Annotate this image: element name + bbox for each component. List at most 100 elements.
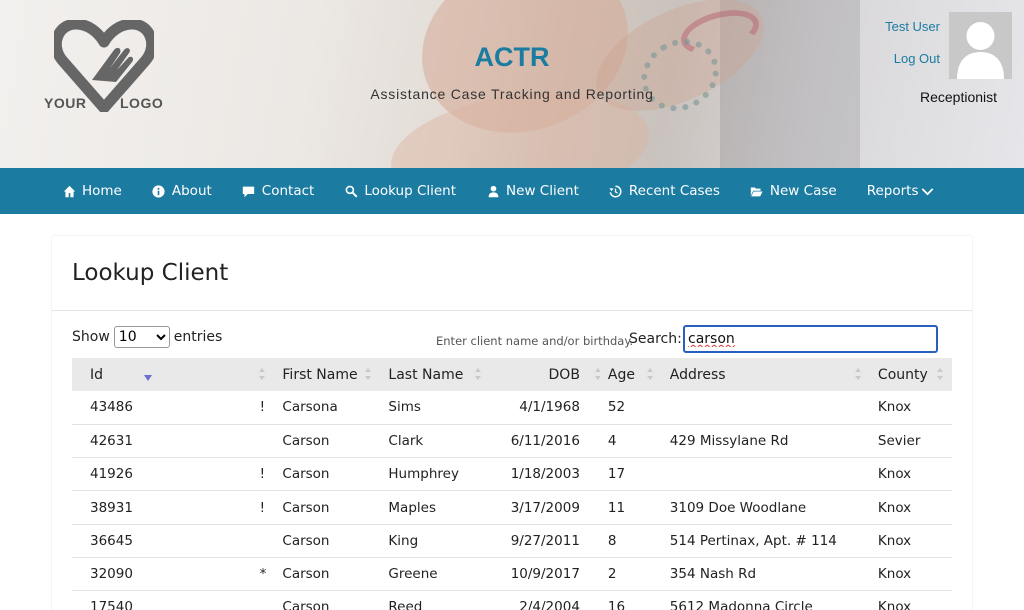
cell-address: [661, 391, 870, 425]
nav-item-about[interactable]: About: [152, 183, 212, 199]
nav-item-label: Lookup Client: [364, 183, 457, 199]
cell-last-name: Clark: [380, 424, 491, 459]
chevron-down-icon: [921, 185, 934, 198]
sort-desc-icon: [144, 375, 152, 381]
sort-both-icon: [854, 368, 861, 380]
cell-first-name: Carson: [274, 524, 381, 558]
cell-flag: [155, 424, 275, 459]
nav-item-home[interactable]: Home: [62, 183, 122, 199]
nav-item-lookup-client[interactable]: Lookup Client: [344, 183, 456, 199]
cell-first-name: Carson: [274, 457, 381, 492]
column-header-flag[interactable]: [155, 358, 275, 391]
table-row[interactable]: 17540 Carson Reed 2/4/2004 16 5612 Madon…: [72, 590, 952, 610]
nav-item-contact[interactable]: Contact: [242, 183, 315, 199]
content-panel: Lookup Client Show 10 entries Enter clie…: [52, 236, 972, 610]
table-row[interactable]: 42631 Carson Clark 6/11/2016 4 429 Missy…: [72, 424, 952, 459]
cell-county: Knox: [869, 590, 952, 610]
cell-address: [661, 457, 870, 492]
cell-age: 11: [599, 490, 662, 525]
column-header-county[interactable]: County: [869, 358, 952, 391]
cell-county: Knox: [869, 457, 952, 492]
show-label: Show: [72, 329, 110, 345]
user-avatar-icon: [957, 22, 1004, 79]
cell-age: 4: [599, 424, 662, 459]
cell-county: Knox: [869, 524, 952, 558]
cell-id: 38931: [72, 490, 156, 525]
main-navbar: Home About Contact Lookup Client New Cli…: [0, 168, 1024, 214]
comment-icon: [242, 184, 256, 198]
nav-item-label: Contact: [261, 183, 315, 199]
cell-last-name: Sims: [380, 391, 491, 425]
cell-id: 42631: [72, 424, 156, 459]
cell-dob: 9/27/2011: [490, 524, 600, 558]
home-icon: [62, 184, 76, 198]
cell-dob: 3/17/2009: [490, 490, 600, 525]
cell-age: 8: [599, 524, 662, 558]
table-row[interactable]: 32090 * Carson Greene 10/9/2017 2 354 Na…: [72, 557, 952, 592]
app-subtitle: Assistance Case Tracking and Reporting: [370, 86, 654, 102]
cell-address: 429 Missylane Rd: [661, 424, 870, 459]
user-name-link[interactable]: Test User: [885, 19, 940, 34]
nav-item-label: New Case: [769, 183, 837, 199]
entries-select[interactable]: 10: [113, 326, 170, 348]
nav-item-recent-cases[interactable]: Recent Cases: [609, 183, 720, 199]
nav-item-label: New Client: [506, 183, 579, 199]
cell-first-name: Carson: [274, 557, 381, 592]
column-header-label: Id: [90, 366, 104, 383]
search-input[interactable]: [683, 325, 938, 353]
column-header-first-name[interactable]: First Name: [274, 358, 381, 391]
header-banner: YOUR LOGO ACTR Assistance Case Tracking …: [0, 0, 1024, 168]
nav-item-label: Reports: [866, 183, 919, 199]
divider: [52, 310, 972, 311]
cell-flag: [155, 590, 275, 610]
table-row[interactable]: 36645 Carson King 9/27/2011 8 514 Pertin…: [72, 524, 952, 558]
cell-last-name: Maples: [380, 490, 491, 525]
cell-flag: [155, 524, 275, 558]
cell-id: 32090: [72, 557, 156, 592]
column-header-id[interactable]: Id: [72, 358, 156, 391]
column-header-address[interactable]: Address: [661, 358, 870, 391]
nav-item-label: About: [171, 183, 212, 199]
user-role: Receptionist: [920, 89, 998, 105]
cell-county: Knox: [869, 391, 952, 425]
entries-label: entries: [173, 329, 223, 345]
cell-county: Knox: [869, 490, 952, 525]
table-row[interactable]: 43486 ! Carsona Sims 4/1/1968 52 Knox: [72, 391, 952, 425]
cell-dob: 10/9/2017: [490, 557, 600, 592]
nav-item-new-case[interactable]: New Case: [750, 183, 837, 199]
folder-open-icon: [750, 184, 764, 198]
cell-id: 43486: [72, 391, 156, 425]
cell-last-name: Greene: [380, 557, 491, 592]
cell-age: 17: [599, 457, 662, 492]
search-hint: Enter client name and/or birthday.: [436, 334, 634, 348]
column-header-last-name[interactable]: Last Name: [380, 358, 491, 391]
info-icon: [152, 184, 166, 198]
column-header-dob[interactable]: DOB: [490, 358, 601, 391]
app-title: ACTR: [474, 42, 550, 72]
nav-item-new-client[interactable]: New Client: [486, 183, 579, 199]
cell-last-name: Reed: [380, 590, 491, 610]
cell-county: Knox: [869, 557, 952, 592]
cell-age: 2: [599, 557, 662, 592]
nav-item-reports[interactable]: Reports: [867, 183, 935, 199]
nav-item-label: Recent Cases: [628, 183, 720, 199]
search-label: Search:: [629, 331, 682, 347]
column-header-label: Address: [669, 366, 726, 383]
column-header-age[interactable]: Age: [599, 358, 662, 391]
cell-flag: *: [155, 557, 275, 592]
cell-dob: 4/1/1968: [490, 391, 600, 425]
avatar[interactable]: [949, 12, 1012, 79]
table-row[interactable]: 41926 ! Carson Humphrey 1/18/2003 17 Kno…: [72, 457, 952, 492]
cell-first-name: Carson: [274, 490, 381, 525]
column-header-label: DOB: [548, 366, 580, 383]
column-header-label: First Name: [282, 366, 358, 383]
column-header-label: Age: [607, 366, 635, 383]
table-row[interactable]: 38931 ! Carson Maples 3/17/2009 11 3109 …: [72, 490, 952, 525]
cell-dob: 2/4/2004: [490, 590, 600, 610]
cell-address: 3109 Doe Woodlane: [661, 490, 870, 525]
cell-age: 52: [599, 391, 662, 425]
logout-link[interactable]: Log Out: [894, 51, 940, 66]
sort-both-icon: [365, 368, 372, 380]
cell-address: 514 Pertinax, Apt. # 114: [661, 524, 870, 558]
sort-both-icon: [475, 368, 482, 380]
